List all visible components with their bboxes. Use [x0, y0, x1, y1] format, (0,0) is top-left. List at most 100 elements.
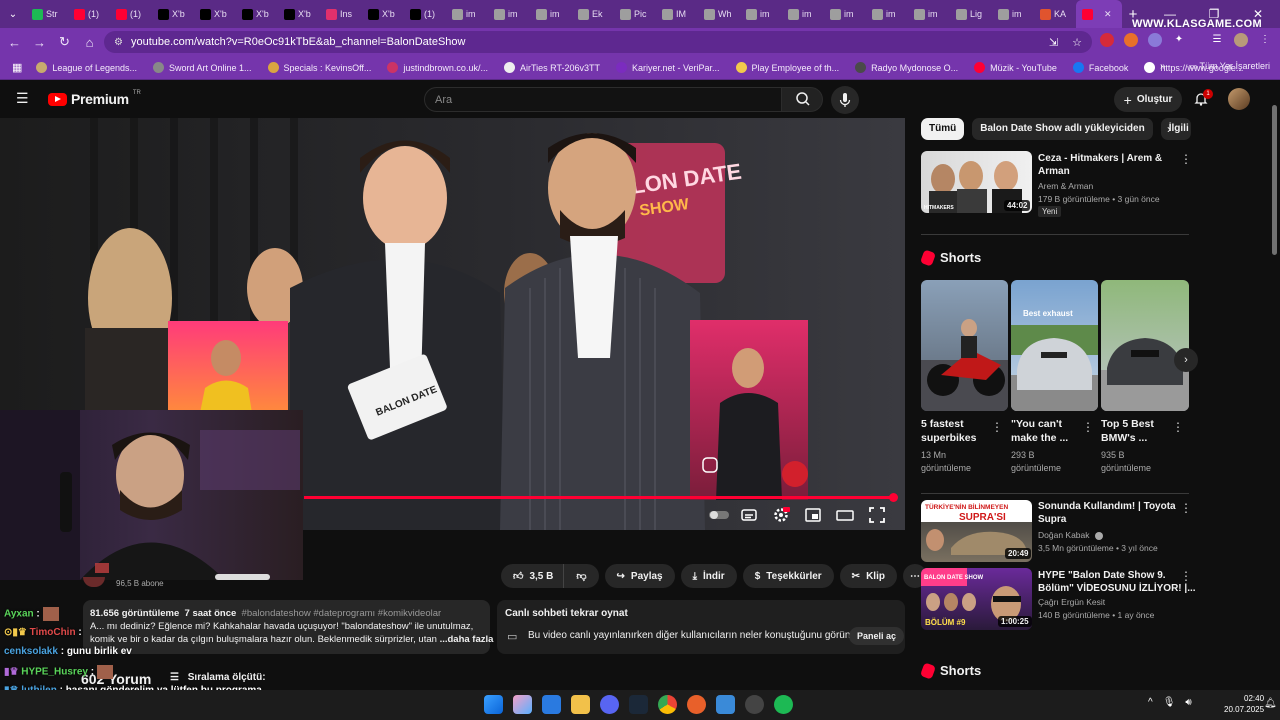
search-input[interactable]: Ara: [424, 87, 782, 112]
short-thumbnail[interactable]: [1101, 280, 1189, 411]
more-vert-icon[interactable]: ⋮: [991, 420, 1003, 434]
subtitles-icon[interactable]: [740, 506, 758, 524]
spotify-icon[interactable]: [774, 695, 793, 714]
search-button[interactable]: [781, 87, 823, 112]
page-scrollbar[interactable]: [1272, 105, 1277, 255]
discord-icon[interactable]: [600, 695, 619, 714]
browser-tab[interactable]: im: [740, 0, 782, 28]
create-button[interactable]: + Oluştur: [1114, 87, 1182, 112]
browser-tab[interactable]: X'b: [278, 0, 320, 28]
photos-icon[interactable]: [716, 695, 735, 714]
bookmark-item[interactable]: Facebook: [1072, 62, 1128, 73]
browser-tab[interactable]: (1): [110, 0, 152, 28]
progress-bar[interactable]: [304, 496, 895, 499]
notification-bell-icon[interactable]: 🔔︎: [1264, 698, 1277, 709]
more-vert-icon[interactable]: ⋮: [1082, 420, 1094, 434]
browser-tab[interactable]: Ek: [572, 0, 614, 28]
forward-icon[interactable]: →: [27, 35, 52, 50]
home-icon[interactable]: ⌂: [77, 35, 102, 50]
video-channel[interactable]: Arem & Arman: [1038, 180, 1093, 192]
close-tab-icon[interactable]: ✕: [1104, 9, 1112, 20]
browser-tab[interactable]: (1): [404, 0, 446, 28]
extensions-puzzle-icon[interactable]: ✦: [1172, 33, 1186, 47]
scrubber-handle[interactable]: [889, 493, 898, 502]
sort-comments-button[interactable]: ☰ Sıralama ölçütü:: [170, 672, 266, 683]
chevron-right-icon[interactable]: ›: [1167, 122, 1171, 136]
extension-cloud-icon[interactable]: [1148, 33, 1162, 47]
browser-tab[interactable]: X'b: [236, 0, 278, 28]
youtube-logo[interactable]: Premium TR: [48, 90, 141, 107]
browser-tab[interactable]: Wh: [698, 0, 740, 28]
short-title[interactable]: "You can't make the ...: [1011, 417, 1068, 445]
short-title[interactable]: Top 5 Best BMW's ...: [1101, 417, 1154, 445]
reload-icon[interactable]: ↻: [52, 34, 77, 50]
dislike-button[interactable]: 👎︎: [563, 564, 599, 588]
volume-icon[interactable]: 🔊︎: [1185, 697, 1191, 708]
browser-tab[interactable]: Lig: [950, 0, 992, 28]
app-orange-icon[interactable]: [687, 695, 706, 714]
chip-all[interactable]: Tümü: [921, 118, 965, 140]
account-avatar[interactable]: [1228, 88, 1250, 110]
video-title[interactable]: HYPE "Balon Date Show 9. Bölüm" VİDEOSUN…: [1038, 569, 1196, 595]
browser-tab[interactable]: im: [866, 0, 908, 28]
browser-tab[interactable]: im: [782, 0, 824, 28]
windows-start-icon[interactable]: [484, 695, 503, 714]
sidebar-icon[interactable]: ☰: [1210, 33, 1224, 47]
address-bar[interactable]: ⚙ youtube.com/watch?v=R0eOc91kTbE&ab_cha…: [104, 31, 1092, 53]
browser-tab[interactable]: im: [446, 0, 488, 28]
browser-tab[interactable]: (1): [68, 0, 110, 28]
video-channel[interactable]: Çağrı Ergün Kesit: [1038, 596, 1105, 608]
browser-tab[interactable]: Pic: [614, 0, 656, 28]
bookmark-item[interactable]: Specials : KevinsOff...: [267, 62, 371, 73]
browser-tab[interactable]: im: [992, 0, 1034, 28]
app-circle-icon[interactable]: [745, 695, 764, 714]
open-panel-button[interactable]: Paneli aç: [849, 627, 905, 645]
theater-mode-icon[interactable]: [836, 506, 854, 524]
extension-fox-icon[interactable]: [1124, 33, 1138, 47]
channel-avatar[interactable]: [83, 577, 105, 587]
short-thumbnail[interactable]: Best exhaust: [1011, 280, 1098, 411]
store-icon[interactable]: [542, 695, 561, 714]
bookmark-item[interactable]: justindbrown.co.uk/...: [387, 62, 488, 73]
all-bookmarks-folder[interactable]: ▭ Tüm Yer İşaretleri: [1189, 61, 1270, 72]
chrome-icon[interactable]: [658, 695, 677, 714]
more-vert-icon[interactable]: ⋮: [1180, 501, 1192, 515]
more-vert-icon[interactable]: ⋮: [1180, 152, 1192, 166]
minimize-button[interactable]: —: [1148, 7, 1192, 21]
share-button[interactable]: ↪ Paylaş: [604, 564, 675, 588]
voice-search-button[interactable]: [831, 86, 859, 114]
browser-tab[interactable]: im: [530, 0, 572, 28]
microphone-tray-icon[interactable]: 🎙︎: [1163, 697, 1176, 708]
more-vert-icon[interactable]: ⋮: [1180, 569, 1192, 583]
browser-tab[interactable]: IM: [656, 0, 698, 28]
extension-red-icon[interactable]: [1100, 33, 1114, 47]
thanks-button[interactable]: $ Teşekkürler: [742, 564, 834, 588]
close-window-button[interactable]: ✕: [1236, 7, 1280, 21]
bookmark-item[interactable]: Play Employee of th...: [735, 62, 839, 73]
back-icon[interactable]: ←: [2, 35, 27, 50]
description-box[interactable]: 81.656 görüntüleme 7 saat önce #balondat…: [83, 600, 493, 654]
copilot-icon[interactable]: [513, 695, 532, 714]
site-info-icon[interactable]: ⚙: [114, 37, 123, 48]
browser-tab[interactable]: KA: [1034, 0, 1076, 28]
short-title[interactable]: 5 fastest superbikes: [921, 417, 976, 445]
autoplay-toggle-icon[interactable]: [708, 506, 729, 524]
profile-avatar[interactable]: [1234, 33, 1248, 47]
like-button[interactable]: 👍︎ 3,5 B: [501, 564, 564, 588]
video-channel[interactable]: Doğan Kabak: [1038, 529, 1103, 541]
browser-tab[interactable]: X'b: [362, 0, 404, 28]
tab-search-button[interactable]: ⌄: [0, 0, 26, 28]
steam-icon[interactable]: [629, 695, 648, 714]
bookmark-star-icon[interactable]: ☆: [1072, 36, 1082, 49]
browser-tab[interactable]: im: [824, 0, 866, 28]
bookmark-item[interactable]: Kariyer.net - VeriPar...: [615, 62, 720, 73]
browser-tab[interactable]: X'b: [194, 0, 236, 28]
install-app-icon[interactable]: ⇲: [1049, 36, 1058, 49]
clip-button[interactable]: ✂ Klip: [839, 564, 897, 588]
miniplayer-icon[interactable]: [804, 506, 822, 524]
bookmark-item[interactable]: AirTies RT-206v3TT: [503, 62, 600, 73]
video-title[interactable]: Ceza - Hitmakers | Arem & Arman: [1038, 152, 1162, 178]
bookmarks-overflow-icon[interactable]: »: [1160, 61, 1166, 72]
taskbar-clock[interactable]: 02:40 20.07.2025: [1224, 693, 1264, 715]
chip-uploader[interactable]: Balon Date Show adlı yükleyiciden: [972, 118, 1153, 140]
